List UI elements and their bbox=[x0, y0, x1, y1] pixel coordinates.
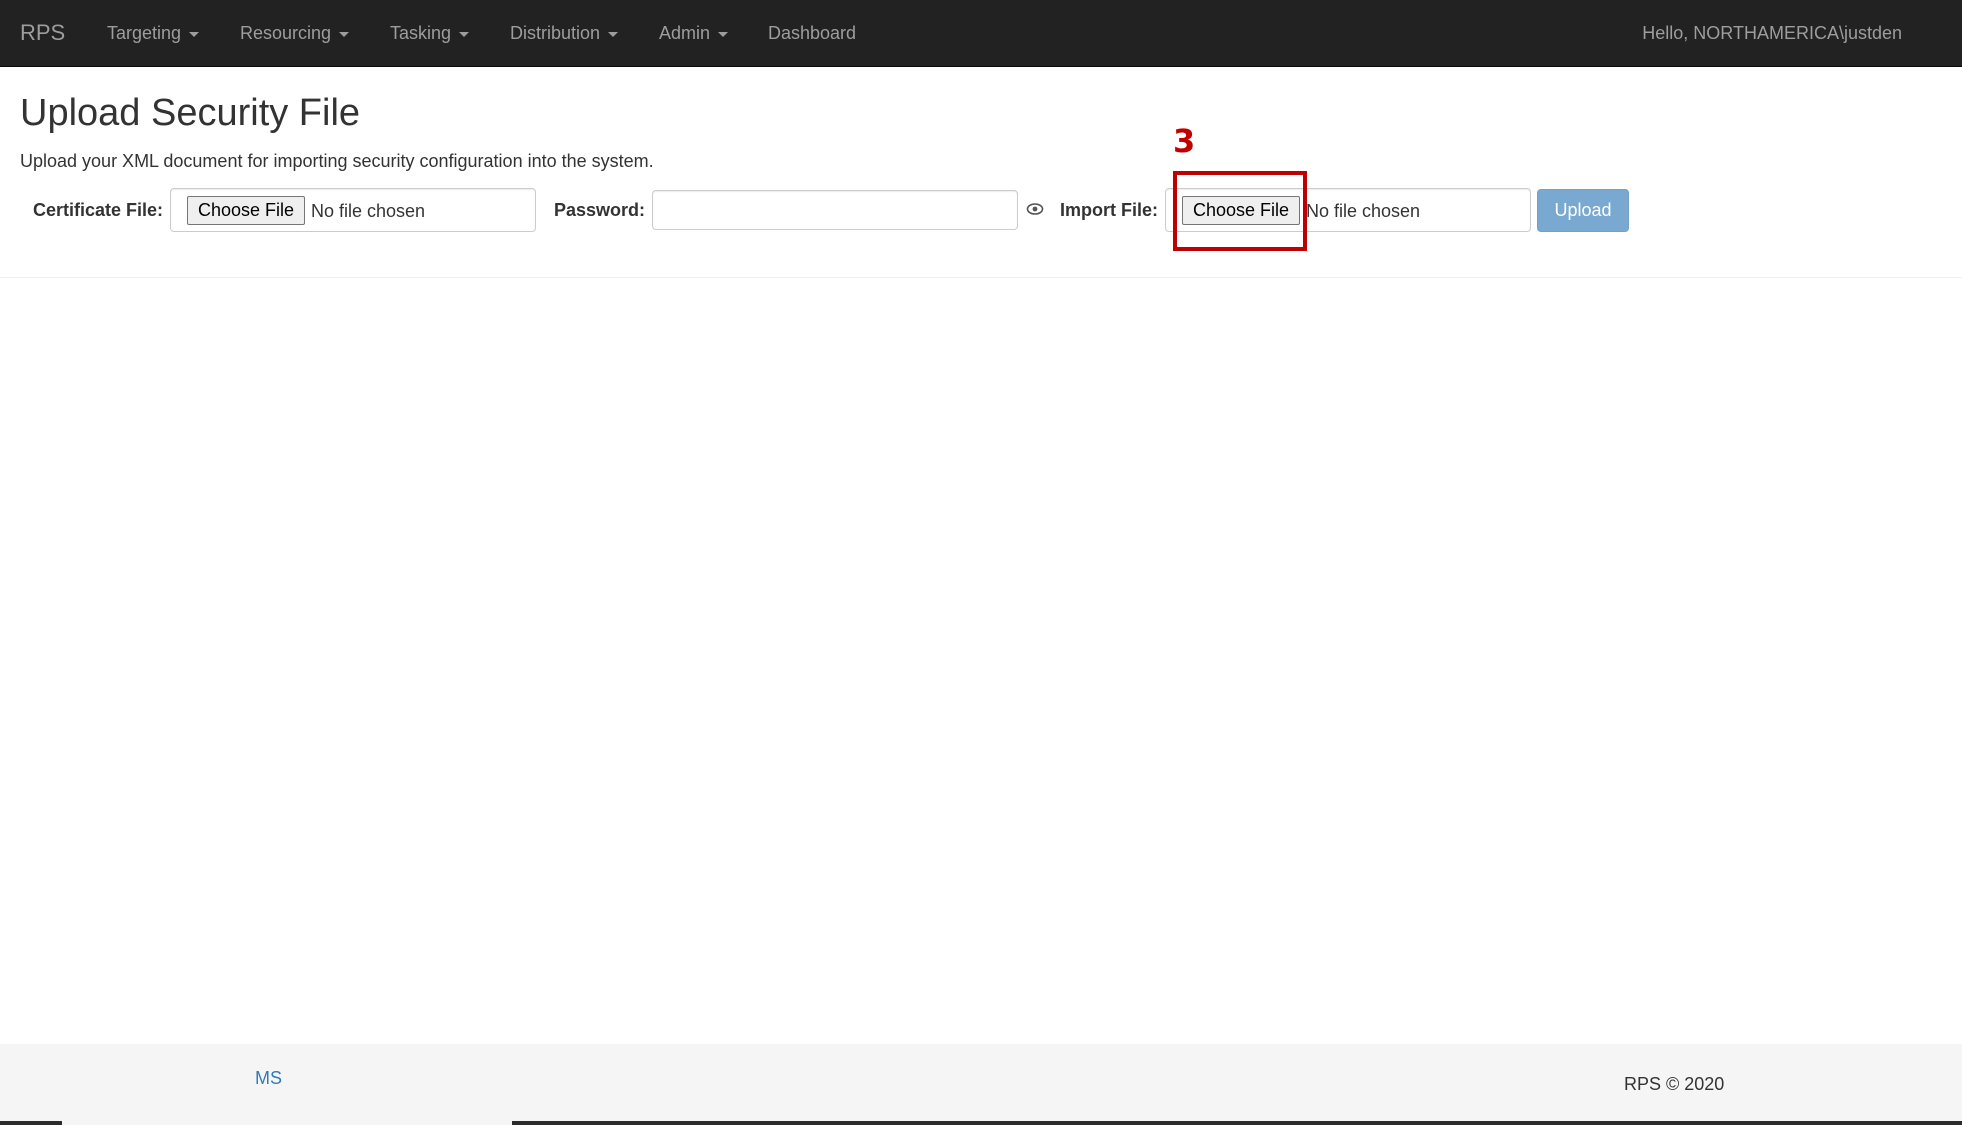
page-description: Upload your XML document for importing s… bbox=[20, 151, 654, 171]
caret-down-icon bbox=[339, 31, 350, 37]
page-title: Upload Security File bbox=[20, 92, 361, 134]
import-file-label: Import File: bbox=[1060, 200, 1158, 220]
nav-dashboard-link[interactable]: Dashboard bbox=[768, 22, 856, 44]
certificate-choose-file-button[interactable]: Choose File bbox=[187, 196, 306, 225]
import-file-input[interactable]: Choose File No file chosen bbox=[1165, 188, 1531, 232]
nav-resourcing-menu[interactable]: Resourcing bbox=[240, 22, 350, 44]
top-navbar: RPS Targeting Resourcing Tasking Distrib… bbox=[0, 0, 1962, 67]
password-label: Password: bbox=[554, 200, 646, 220]
certificate-file-input[interactable]: Choose File No file chosen bbox=[170, 188, 536, 232]
nav-admin-label: Admin bbox=[659, 23, 711, 43]
nav-distribution-menu[interactable]: Distribution bbox=[510, 22, 619, 44]
nav-targeting-label: Targeting bbox=[107, 23, 182, 43]
nav-distribution-label: Distribution bbox=[510, 23, 601, 43]
import-file-status: No file chosen bbox=[1306, 201, 1421, 221]
upload-button[interactable]: Upload bbox=[1537, 189, 1629, 232]
nav-admin-menu[interactable]: Admin bbox=[659, 22, 729, 44]
nav-tasking-label: Tasking bbox=[390, 23, 452, 43]
user-greeting[interactable]: Hello, NORTHAMERICA\justden bbox=[1642, 22, 1902, 44]
certificate-file-status: No file chosen bbox=[311, 201, 426, 221]
caret-down-icon bbox=[459, 31, 470, 37]
password-field[interactable] bbox=[652, 190, 1018, 230]
eye-icon[interactable] bbox=[1026, 200, 1044, 218]
content-divider bbox=[0, 277, 1962, 278]
bottom-edge-segment bbox=[62, 1121, 512, 1125]
brand-link[interactable]: RPS bbox=[20, 20, 65, 46]
certificate-file-label: Certificate File: bbox=[33, 200, 164, 220]
footer-ms-link[interactable]: MS bbox=[255, 1067, 282, 1089]
footer-copyright: RPS © 2020 bbox=[1624, 1074, 1725, 1094]
caret-down-icon bbox=[718, 31, 729, 37]
bottom-edge-strip bbox=[0, 1121, 1962, 1125]
nav-targeting-menu[interactable]: Targeting bbox=[107, 22, 200, 44]
import-choose-file-button[interactable]: Choose File bbox=[1182, 196, 1301, 225]
caret-down-icon bbox=[189, 31, 200, 37]
nav-resourcing-label: Resourcing bbox=[240, 23, 332, 43]
footer: MS RPS © 2020 bbox=[0, 1044, 1962, 1125]
step-number-annotation: 3 bbox=[1173, 122, 1196, 160]
caret-down-icon bbox=[608, 31, 619, 37]
nav-tasking-menu[interactable]: Tasking bbox=[390, 22, 470, 44]
